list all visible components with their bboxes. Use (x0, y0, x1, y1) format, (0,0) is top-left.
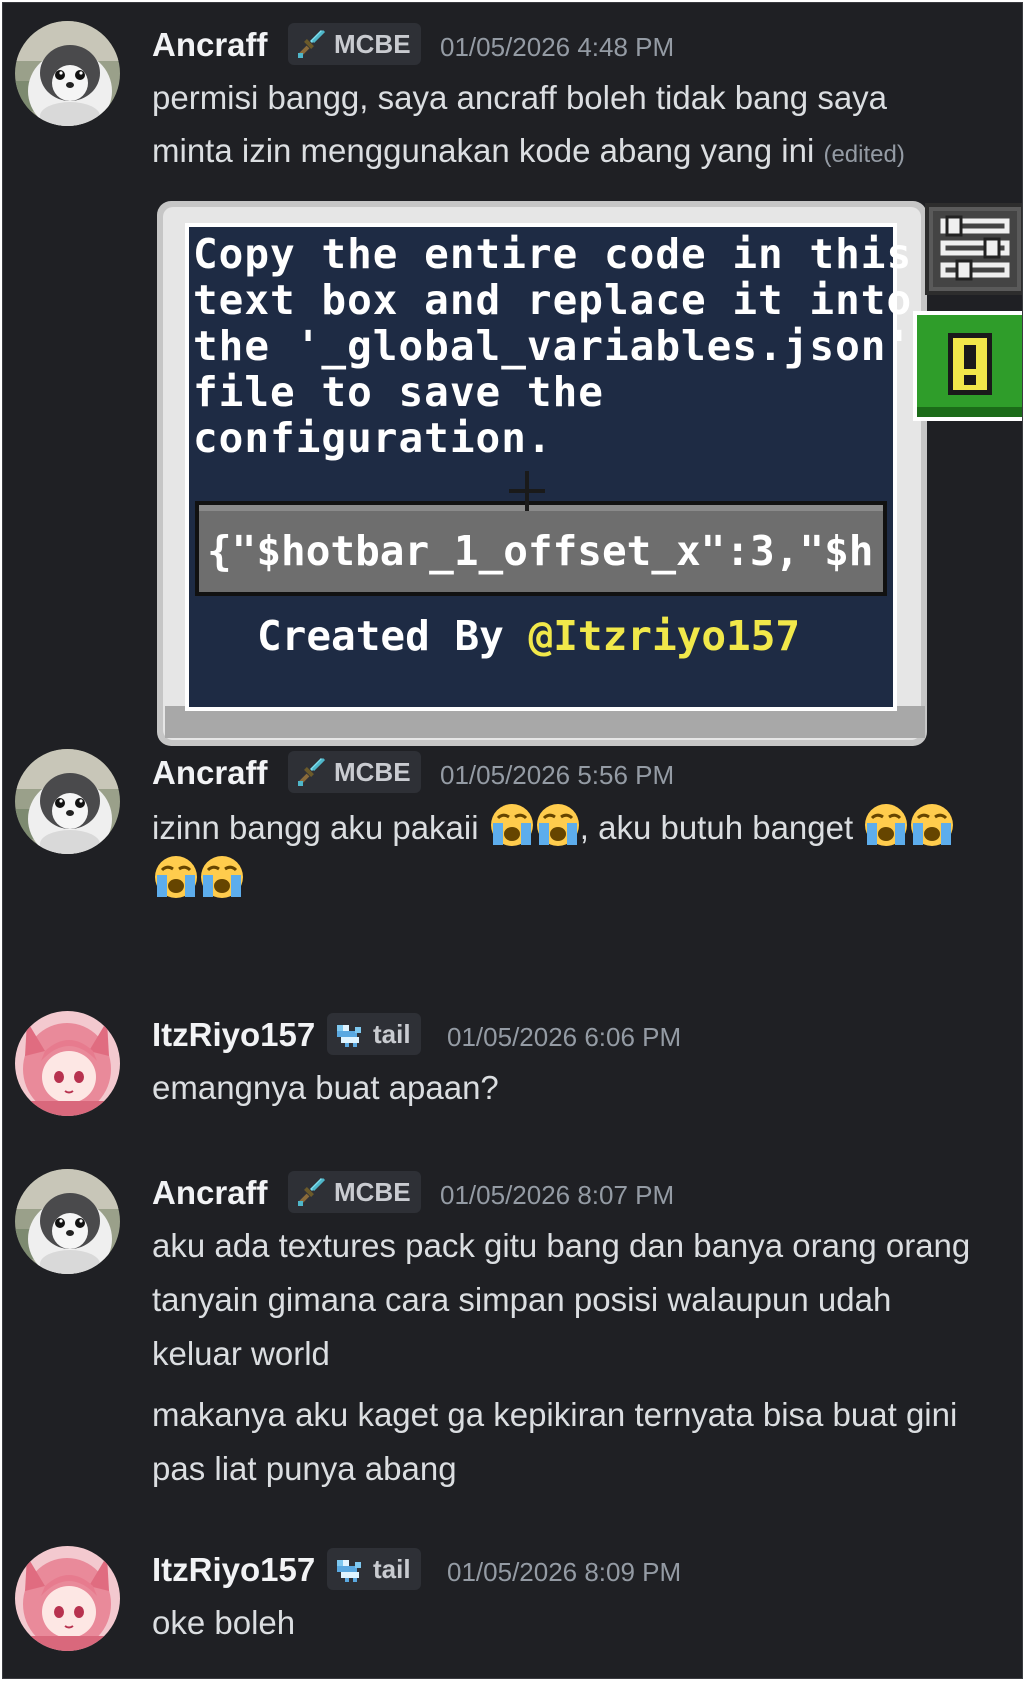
timestamp: 01/05/2026 8:09 PM (447, 1557, 682, 1587)
username[interactable]: Ancraff (152, 753, 268, 793)
tag-label: tail (373, 1019, 411, 1049)
loudly-crying-face-emoji (908, 801, 956, 849)
chat-panel: Ancraff MCBE 01/05/2026 4:48 PM permisi … (2, 2, 1023, 1679)
edited-marker: (edited) (823, 141, 905, 168)
user-tag[interactable]: MCBE (288, 751, 421, 793)
avatar[interactable] (15, 1546, 120, 1651)
avatar[interactable] (15, 749, 120, 854)
username[interactable]: ItzRiyo157 (152, 1550, 315, 1590)
message-text (152, 853, 244, 907)
username[interactable]: Ancraff (152, 25, 268, 65)
loudly-crying-face-emoji (198, 853, 246, 901)
instructions-line: Copy the entire code in this (193, 230, 913, 278)
user-tag[interactable]: MCBE (288, 1171, 421, 1213)
message-text: izinn bangg aku pakaii , aku butuh bange… (152, 801, 954, 855)
loudly-crying-face-emoji (534, 801, 582, 849)
loudly-crying-face-emoji (152, 853, 200, 901)
diamond-sword-icon (296, 757, 326, 787)
message-text: oke boleh (152, 1604, 296, 1641)
credit-handle: @Itzriyo157 (528, 612, 801, 660)
diamond-sword-icon (296, 1177, 326, 1207)
timestamp: 01/05/2026 6:06 PM (447, 1022, 682, 1052)
message-text: minta izin menggunakan kode abang yang i… (152, 124, 905, 182)
pixel-fox-icon (335, 1554, 365, 1584)
tag-label: MCBE (334, 1177, 411, 1207)
exclamation-icon[interactable] (946, 331, 994, 397)
instructions-line: text box and replace it into (193, 276, 913, 324)
user-tag[interactable]: tail (327, 1013, 421, 1055)
message-text-part: , aku butuh banget (579, 809, 854, 846)
message-text: emangnya buat apaan? (152, 1069, 499, 1106)
username[interactable]: ItzRiyo157 (152, 1015, 315, 1055)
avatar[interactable] (15, 1169, 120, 1274)
credit-line: Created By @Itzriyo157 (257, 611, 857, 661)
tag-label: tail (373, 1554, 411, 1584)
instructions-line: the '_global_variables.json' (193, 322, 913, 370)
loudly-crying-face-emoji (488, 801, 536, 849)
instructions-line: file to save the (193, 368, 604, 416)
timestamp: 01/05/2026 8:07 PM (440, 1180, 675, 1210)
pixel-fox-icon (335, 1019, 365, 1049)
sliders-icon[interactable] (937, 215, 1013, 283)
message-text: keluar world (152, 1335, 330, 1372)
user-tag[interactable]: MCBE (288, 23, 421, 65)
message-text: aku ada textures pack gitu bang dan bany… (152, 1227, 971, 1264)
tag-label: MCBE (334, 757, 411, 787)
timestamp: 01/05/2026 5:56 PM (440, 760, 675, 790)
message-text: makanya aku kaget ga kepikiran ternyata … (152, 1396, 958, 1433)
timestamp: 01/05/2026 4:48 PM (440, 32, 675, 62)
user-tag[interactable]: tail (327, 1548, 421, 1590)
loudly-crying-face-emoji (862, 801, 910, 849)
message-text: permisi bangg, saya ancraff boleh tidak … (152, 79, 888, 116)
tag-label: MCBE (334, 29, 411, 59)
username[interactable]: Ancraff (152, 1173, 268, 1213)
credit-prefix: Created By (257, 612, 529, 660)
instructions-line: configuration. (193, 414, 553, 462)
avatar[interactable] (15, 21, 120, 126)
message-text: tanyain gimana cara simpan posisi walaup… (152, 1281, 892, 1318)
message-text-part: izinn bangg aku pakaii (152, 809, 479, 846)
message-text: pas liat punya abang (152, 1450, 457, 1487)
image-attachment[interactable]: Copy the entire code in this text box an… (157, 201, 1022, 753)
message-text-line: minta izin menggunakan kode abang yang i… (152, 132, 815, 169)
code-text-box[interactable]: {"$hotbar_1_offset_x":3,"$h (207, 513, 879, 589)
avatar[interactable] (15, 1011, 120, 1116)
diamond-sword-icon (296, 29, 326, 59)
instructions-text: Copy the entire code in this text box an… (193, 230, 913, 462)
